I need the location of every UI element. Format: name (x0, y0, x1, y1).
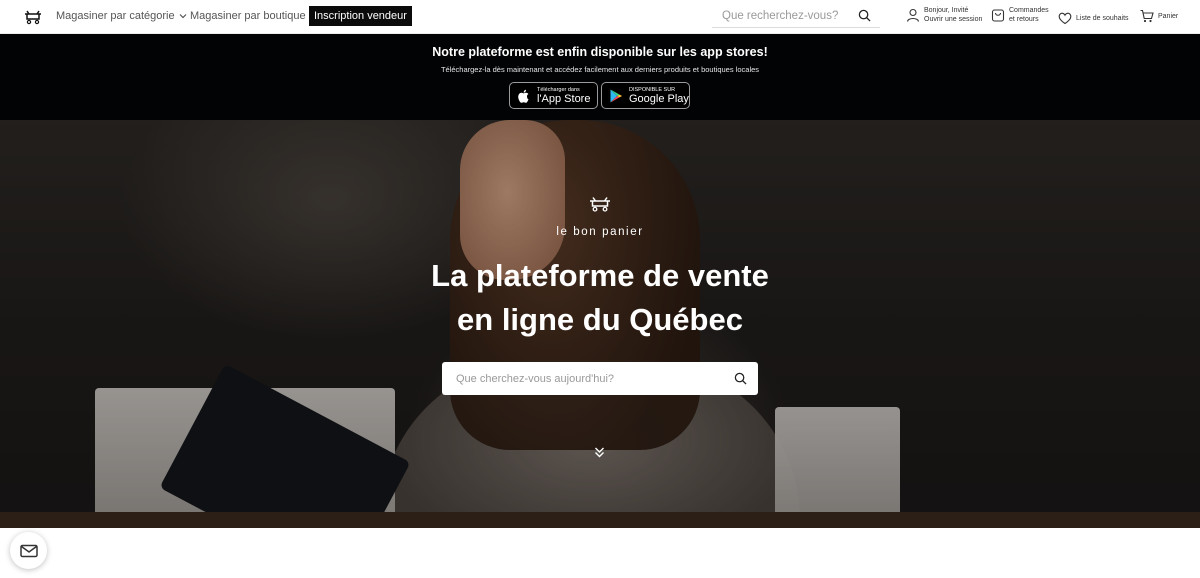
orders-label: Commandes (1009, 7, 1049, 14)
app-store-banner: Notre plateforme est enfin disponible su… (0, 34, 1200, 120)
shop-by-category-menu[interactable]: Magasiner par catégorie (56, 10, 187, 22)
user-icon (906, 8, 920, 22)
vendor-signup-button[interactable]: Inscription vendeur (309, 6, 412, 26)
hero-search (442, 362, 758, 395)
hero-title-line2: en ligne du Québec (457, 302, 743, 337)
returns-label: et retours (1009, 16, 1039, 23)
hero-search-input[interactable] (442, 372, 712, 385)
basket-logo-icon (590, 197, 610, 212)
google-play-button[interactable]: DISPONIBLE SUR Google Play (601, 82, 690, 109)
google-play-label: Google Play (629, 92, 689, 105)
hero-section: le bon panier La plateforme de vente en … (0, 120, 1200, 528)
envelope-icon (19, 544, 38, 557)
app-banner-subtitle: Téléchargez-la dès maintenant et accédez… (440, 65, 760, 74)
app-banner-title: Notre plateforme est enfin disponible su… (432, 45, 768, 59)
header-search (712, 4, 880, 28)
header-search-input[interactable] (712, 9, 852, 22)
basket-logo-icon[interactable] (24, 9, 42, 25)
account-login-label: Ouvrir une session (924, 16, 983, 23)
heart-icon (1058, 12, 1072, 25)
cart-icon (1140, 9, 1154, 23)
account-greeting: Bonjour, Invité (924, 7, 969, 14)
hero-brand-name: le bon panier (556, 226, 644, 238)
hero-title: La plateforme de vente en ligne du Québe… (0, 254, 1200, 342)
top-navbar: Magasiner par catégorie Magasiner par bo… (0, 0, 1200, 34)
wishlist-link[interactable]: Liste de souhaits (1058, 11, 1129, 25)
hero-title-line1: La plateforme de vente (431, 258, 769, 293)
double-chevron-down-icon[interactable] (593, 446, 606, 459)
shopping-bag-icon (991, 9, 1005, 22)
shop-by-store-link[interactable]: Magasiner par boutique (190, 10, 306, 22)
wishlist-label: Liste de souhaits (1076, 14, 1129, 22)
orders-returns-link[interactable]: Commandes et retours (991, 6, 1049, 24)
account-menu[interactable]: Bonjour, Invité Ouvrir une session (906, 6, 982, 24)
message-button[interactable] (10, 532, 47, 569)
cart-link[interactable]: Panier (1140, 9, 1178, 23)
app-store-button[interactable]: Télécharger dans l'App Store (509, 82, 598, 109)
apple-icon (518, 89, 529, 103)
search-icon[interactable] (858, 9, 871, 22)
chevron-down-icon (179, 14, 187, 19)
shop-by-category-label: Magasiner par catégorie (56, 10, 175, 22)
cart-label: Panier (1158, 12, 1179, 20)
app-store-label: l'App Store (537, 92, 591, 105)
search-icon[interactable] (734, 372, 747, 385)
google-play-icon (610, 89, 622, 102)
